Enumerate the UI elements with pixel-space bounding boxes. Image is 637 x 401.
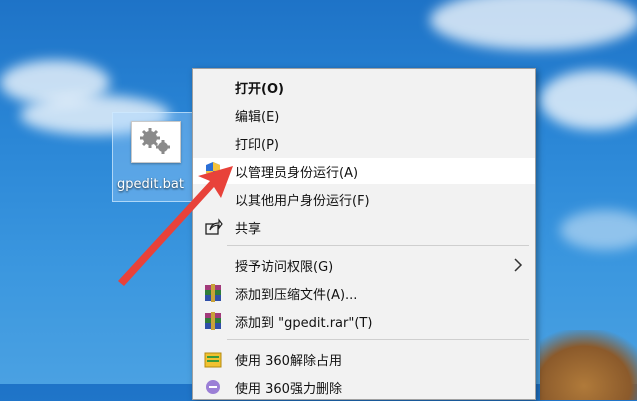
annotation-arrow-shape (118, 166, 233, 286)
annotation-arrow (118, 166, 233, 286)
